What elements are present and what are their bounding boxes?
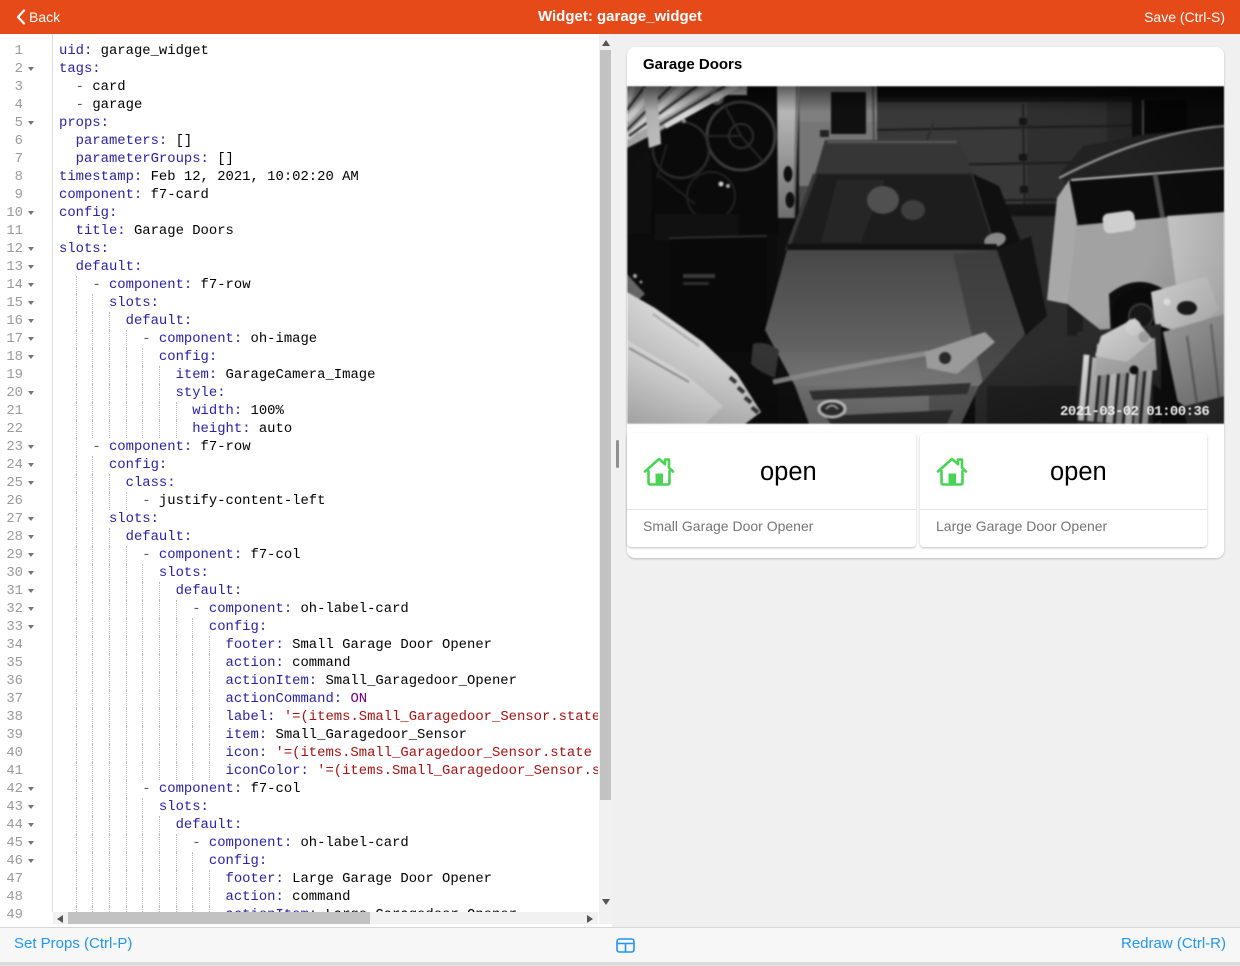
svg-text:2021-03-02 01:00:36: 2021-03-02 01:00:36 [1060, 404, 1209, 420]
